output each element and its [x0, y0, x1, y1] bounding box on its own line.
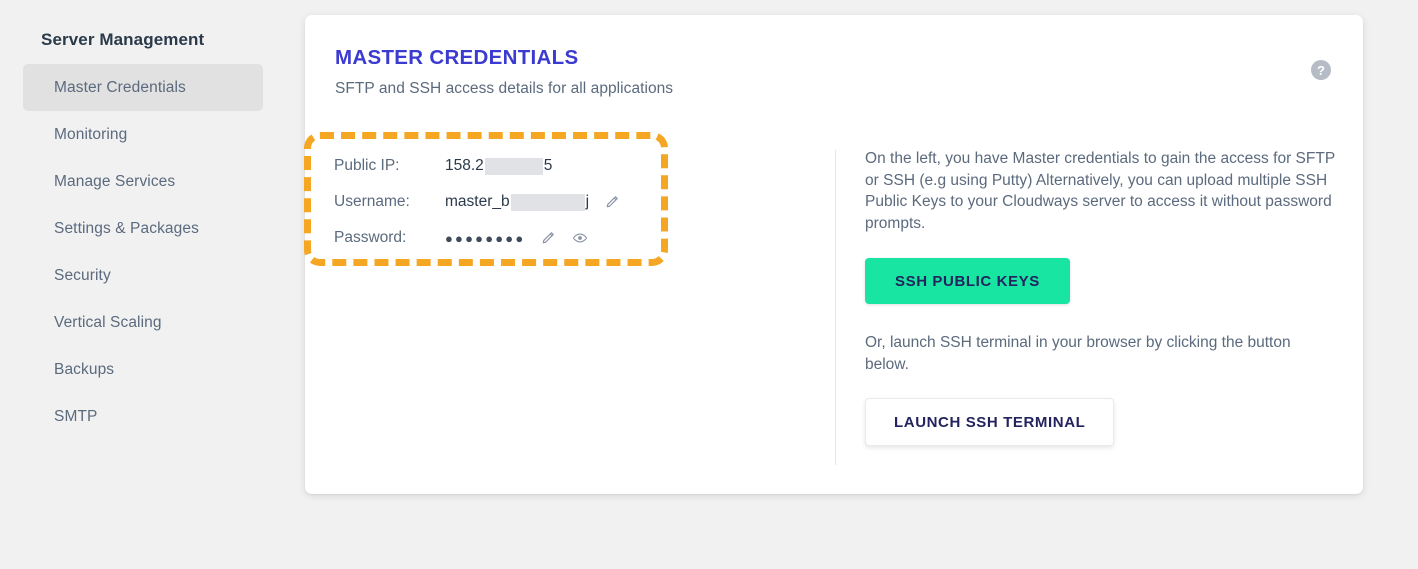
- password-masked-value: ●●●●●●●●: [445, 230, 526, 246]
- public-ip-row: Public IP: 158.2 5: [334, 148, 664, 184]
- sidebar-item-label: Monitoring: [54, 125, 128, 143]
- sidebar-item-label: Master Credentials: [54, 78, 186, 96]
- show-password-eye-icon[interactable]: [569, 227, 591, 249]
- master-credentials-description: On the left, you have Master credentials…: [865, 150, 1335, 232]
- sidebar-item-label: Security: [54, 266, 111, 284]
- sidebar-item-backups[interactable]: Backups: [23, 346, 263, 393]
- launch-terminal-description: Or, launch SSH terminal in your browser …: [865, 334, 1291, 373]
- sidebar-item-monitoring[interactable]: Monitoring: [23, 111, 263, 158]
- launch-ssh-terminal-button[interactable]: LAUNCH SSH TERMINAL: [865, 398, 1115, 446]
- redaction-block: [510, 193, 585, 211]
- card-subtitle: SFTP and SSH access details for all appl…: [335, 80, 674, 97]
- sidebar: Server Management Master Credentials Mon…: [0, 0, 286, 569]
- sidebar-item-security[interactable]: Security: [23, 252, 263, 299]
- edit-password-pencil-icon[interactable]: [536, 227, 558, 249]
- sidebar-item-smtp[interactable]: SMTP: [23, 393, 263, 440]
- right-column: On the left, you have Master credentials…: [865, 148, 1335, 446]
- username-value-suffix: j: [585, 193, 590, 210]
- public-ip-value-prefix: 158.2: [445, 157, 484, 174]
- credentials-table: Public IP: 158.2 5 Username: master_b j Pa…: [334, 148, 664, 256]
- sidebar-item-settings-packages[interactable]: Settings & Packages: [23, 205, 263, 252]
- ssh-public-keys-button[interactable]: SSH PUBLIC KEYS: [865, 258, 1070, 304]
- sidebar-item-master-credentials[interactable]: Master Credentials: [23, 64, 263, 111]
- public-ip-label: Public IP:: [334, 157, 400, 174]
- username-value-prefix: master_b: [445, 193, 510, 210]
- column-divider: [835, 150, 836, 465]
- password-label: Password:: [334, 229, 407, 246]
- sidebar-title: Server Management: [41, 30, 205, 49]
- card-header: MASTER CREDENTIALS SFTP and SSH access d…: [305, 15, 1363, 98]
- page-title: MASTER CREDENTIALS: [335, 46, 579, 69]
- sidebar-nav: Master Credentials Monitoring Manage Ser…: [0, 64, 286, 440]
- question-mark-icon: ?: [1317, 62, 1325, 78]
- sidebar-item-label: Manage Services: [54, 172, 176, 190]
- username-label: Username:: [334, 193, 410, 210]
- help-icon[interactable]: ?: [1311, 60, 1331, 80]
- sidebar-item-label: Settings & Packages: [54, 219, 199, 237]
- redaction-block: [484, 157, 543, 175]
- sidebar-item-vertical-scaling[interactable]: Vertical Scaling: [23, 299, 263, 346]
- sidebar-item-label: SMTP: [54, 407, 98, 425]
- sidebar-item-label: Vertical Scaling: [54, 313, 162, 331]
- sidebar-item-label: Backups: [54, 360, 115, 378]
- public-ip-value: 158.2 5: [445, 157, 552, 175]
- sidebar-item-manage-services[interactable]: Manage Services: [23, 158, 263, 205]
- password-value: ●●●●●●●●: [445, 227, 591, 249]
- public-ip-value-suffix: 5: [543, 157, 553, 174]
- password-row: Password: ●●●●●●●●: [334, 220, 664, 256]
- edit-username-pencil-icon[interactable]: [600, 191, 622, 213]
- username-row: Username: master_b j: [334, 184, 664, 220]
- username-value: master_b j: [445, 191, 622, 213]
- master-credentials-card: MASTER CREDENTIALS SFTP and SSH access d…: [304, 15, 1363, 494]
